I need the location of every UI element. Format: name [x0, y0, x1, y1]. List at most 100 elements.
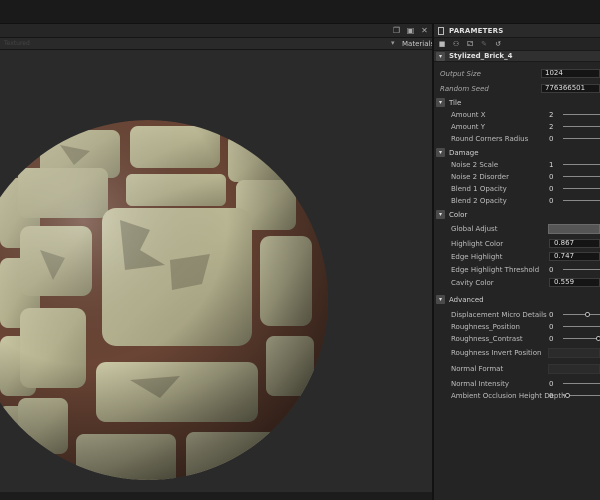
roughness-position-label: Roughness_Position	[451, 323, 520, 331]
normal-intensity-row: Normal Intensity 0	[434, 378, 600, 390]
roughness-invert-row: Roughness Invert Position	[434, 347, 600, 361]
random-seed-row: Random Seed 776366501	[434, 83, 600, 95]
close-window-icon[interactable]: ✕	[420, 26, 429, 35]
chevron-down-icon[interactable]: ▾	[436, 148, 445, 157]
restore-window-icon[interactable]: ❐	[392, 26, 401, 35]
chevron-down-icon[interactable]: ▾	[391, 39, 395, 47]
micro-details-row: Displacement Micro Details 0	[434, 309, 600, 321]
edge-threshold-value[interactable]: 0	[549, 266, 553, 274]
amount-y-slider[interactable]	[563, 126, 600, 127]
blend2-opacity-label: Blend 2 Opacity	[451, 197, 507, 205]
chevron-down-icon[interactable]: ▾	[436, 51, 445, 61]
section-advanced[interactable]: ▾ Advanced	[434, 293, 600, 306]
normal-intensity-value[interactable]: 0	[549, 380, 553, 388]
maximize-window-icon[interactable]: ▣	[406, 26, 415, 35]
slider-knob[interactable]	[565, 393, 570, 398]
noise2-scale-value[interactable]: 1	[549, 161, 553, 169]
chevron-down-icon[interactable]: ▾	[436, 210, 445, 219]
section-label: Color	[449, 210, 468, 219]
amount-y-value[interactable]: 2	[549, 123, 553, 131]
amount-x-slider[interactable]	[563, 114, 600, 115]
cavity-color-row: Cavity Color 0.559	[434, 277, 600, 290]
roughness-position-row: Roughness_Position 0	[434, 321, 600, 333]
round-corners-row: Round Corners Radius 0	[434, 133, 600, 145]
edge-threshold-label: Edge Highlight Threshold	[451, 266, 540, 274]
chevron-down-icon[interactable]: ▾	[436, 295, 445, 304]
amount-x-label: Amount X	[451, 111, 486, 119]
section-label: Tile	[449, 98, 462, 107]
blend1-opacity-slider[interactable]	[563, 188, 600, 189]
normal-format-row: Normal Format	[434, 363, 600, 377]
amount-x-row: Amount X 2	[434, 109, 600, 121]
noise2-scale-slider[interactable]	[563, 164, 600, 165]
ao-depth-slider[interactable]	[563, 393, 600, 398]
edge-threshold-row: Edge Highlight Threshold 0	[434, 264, 600, 277]
edge-highlight-label: Edge Highlight	[451, 253, 503, 261]
3d-viewport[interactable]	[0, 50, 432, 492]
materials-menu[interactable]: Materials	[402, 40, 434, 48]
highlight-color-field[interactable]: 0.867	[549, 239, 600, 248]
edge-highlight-field[interactable]: 0.747	[549, 252, 600, 261]
lock-icon[interactable]: ■	[438, 40, 446, 48]
roughness-contrast-value[interactable]: 0	[549, 335, 553, 343]
noise2-disorder-value[interactable]: 0	[549, 173, 553, 181]
blend2-opacity-value[interactable]: 0	[549, 197, 553, 205]
section-tile[interactable]: ▾ Tile	[434, 96, 600, 109]
chevron-down-icon[interactable]: ▾	[436, 98, 445, 107]
noise2-disorder-label: Noise 2 Disorder	[451, 173, 509, 181]
random-seed-label: Random Seed	[440, 85, 489, 93]
blend2-opacity-row: Blend 2 Opacity 0	[434, 195, 600, 207]
normal-format-label: Normal Format	[451, 365, 504, 373]
random-icon[interactable]: ⚁	[466, 40, 474, 48]
viewport-title-bar: ❐ ▣ ✕	[0, 24, 432, 38]
blend1-opacity-label: Blend 1 Opacity	[451, 185, 507, 193]
roughness-position-slider[interactable]	[563, 326, 600, 327]
section-damage[interactable]: ▾ Damage	[434, 146, 600, 159]
blend1-opacity-row: Blend 1 Opacity 0	[434, 183, 600, 195]
material-preview-sphere[interactable]	[0, 50, 432, 492]
ao-depth-row: Ambient Occlusion Height Depth 0	[434, 390, 600, 402]
viewport-toolbar: Textured ▾ Materials	[0, 38, 434, 50]
parameters-header: PARAMETERS	[434, 24, 600, 38]
graph-name: Stylized_Brick_4	[449, 52, 513, 60]
roughness-position-value[interactable]: 0	[549, 323, 553, 331]
slider-knob[interactable]	[596, 336, 600, 341]
normal-intensity-slider[interactable]	[563, 383, 600, 384]
graph-row[interactable]: ▾ Stylized_Brick_4	[434, 50, 600, 62]
round-corners-value[interactable]: 0	[549, 135, 553, 143]
cavity-color-field[interactable]: 0.559	[549, 278, 600, 287]
roughness-contrast-slider[interactable]	[563, 336, 600, 341]
noise2-disorder-slider[interactable]	[563, 176, 600, 177]
application-top-bar	[0, 0, 600, 24]
output-size-row: Output Size 1024	[434, 68, 600, 80]
pin-icon[interactable]: ✎	[480, 40, 488, 48]
amount-x-value[interactable]: 2	[549, 111, 553, 119]
status-strip	[0, 492, 432, 500]
edge-threshold-slider[interactable]	[563, 269, 600, 270]
normal-format-dropdown[interactable]	[548, 364, 600, 374]
global-adjust-swatch[interactable]	[548, 224, 600, 234]
noise2-disorder-row: Noise 2 Disorder 0	[434, 171, 600, 183]
blend1-opacity-value[interactable]: 0	[549, 185, 553, 193]
highlight-color-label: Highlight Color	[451, 240, 504, 248]
section-label: Advanced	[449, 295, 484, 304]
reset-icon[interactable]: ↺	[494, 40, 502, 48]
ao-depth-value[interactable]: 0	[549, 392, 553, 400]
amount-y-label: Amount Y	[451, 123, 486, 131]
random-seed-field[interactable]: 776366501	[541, 84, 600, 93]
render-mode-dropdown[interactable]: Textured	[4, 40, 64, 47]
output-size-field[interactable]: 1024	[541, 69, 600, 78]
micro-details-slider[interactable]	[563, 312, 600, 317]
slider-knob[interactable]	[585, 312, 590, 317]
roughness-invert-toggle[interactable]	[548, 348, 600, 358]
roughness-contrast-row: Roughness_Contrast 0	[434, 333, 600, 345]
parameters-panel: PARAMETERS ■ ⚇ ⚁ ✎ ↺ ▾ Stylized_Brick_4 …	[434, 24, 600, 500]
presets-icon[interactable]: ⚇	[452, 40, 460, 48]
section-color[interactable]: ▾ Color	[434, 208, 600, 221]
micro-details-value[interactable]: 0	[549, 311, 553, 319]
section-label: Damage	[449, 148, 479, 157]
round-corners-slider[interactable]	[563, 138, 600, 139]
blend2-opacity-slider[interactable]	[563, 200, 600, 201]
noise2-scale-label: Noise 2 Scale	[451, 161, 499, 169]
roughness-invert-label: Roughness Invert Position	[451, 349, 542, 357]
